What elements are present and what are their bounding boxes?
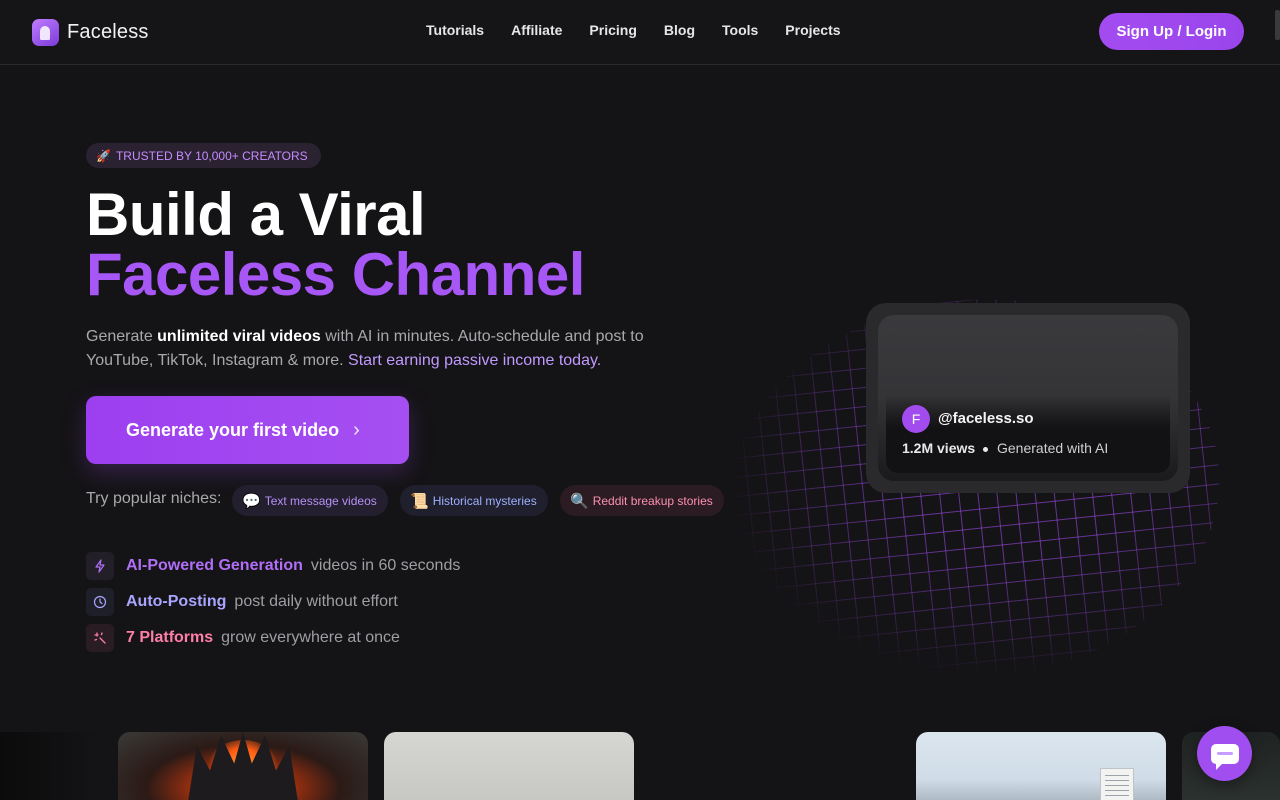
feature-platforms: 7 Platforms grow everywhere at once (86, 624, 400, 652)
main-menu: Tutorials Affiliate Pricing Blog Tools P… (426, 22, 841, 38)
chat-bubble-icon (1210, 743, 1239, 770)
scrollbar-thumb[interactable] (1275, 10, 1280, 40)
feature-desc: videos in 60 seconds (310, 557, 461, 574)
trust-badge: 🚀 TRUSTED BY 10,000+ CREATORS (86, 143, 321, 168)
niche-chip-text-messages[interactable]: 💬 Text message videos (232, 485, 388, 516)
crown-fire-thumbnail[interactable] (118, 732, 368, 800)
feature-desc: grow everywhere at once (221, 629, 400, 646)
chat-support-button[interactable] (1197, 726, 1252, 781)
niches-label: Try popular niches: (86, 490, 222, 507)
niche-chip-historical[interactable]: 📜 Historical mysteries (400, 485, 548, 516)
scroll-icon: 📜 (410, 492, 429, 510)
subtitle-part1: Generate (86, 328, 158, 345)
niche-chip-label: Text message videos (264, 493, 377, 508)
feature-auto-posting: Auto-Posting post daily without effort (86, 588, 398, 616)
channel-handle: @faceless.so (938, 410, 1034, 427)
niche-chip-label: Reddit breakup stories (592, 493, 713, 508)
separator-dot (983, 447, 988, 452)
niche-chip-label: Historical mysteries (432, 493, 537, 508)
logo[interactable]: Faceless (32, 19, 149, 46)
city-building-thumbnail[interactable] (916, 732, 1166, 800)
building-shape (1100, 768, 1134, 800)
subtitle-highlight: Start earning passive income today. (348, 352, 602, 369)
nav-link-tutorials[interactable]: Tutorials (426, 22, 484, 38)
signup-login-button[interactable]: Sign Up / Login (1099, 13, 1244, 50)
chevron-right-icon: › (353, 418, 360, 441)
subtitle-bold: unlimited viral videos (157, 328, 321, 345)
nav-link-projects[interactable]: Projects (785, 22, 840, 38)
feature-title: 7 Platforms (126, 629, 214, 646)
avatar: F (902, 405, 930, 433)
brand-name: Faceless (67, 21, 149, 43)
niche-chip-reddit[interactable]: 🔍 Reddit breakup stories (560, 485, 724, 516)
magnifier-icon: 🔍 (570, 492, 589, 510)
crown-shape (188, 732, 298, 800)
gallery-fade-left (0, 732, 100, 800)
faceless-logo-icon (32, 19, 59, 46)
hero-subtitle: Generate unlimited viral videos with AI … (86, 325, 686, 373)
speech-bubble-icon: 💬 (242, 492, 261, 510)
hero-title-line1: Build a Viral (86, 181, 426, 248)
generate-first-video-button[interactable]: Generate your first video › (86, 396, 409, 464)
feature-ai-generation: AI-Powered Generation videos in 60 secon… (86, 552, 460, 580)
grey-scene-thumbnail[interactable] (384, 732, 634, 800)
view-count: 1.2M views (902, 440, 976, 456)
sparkle-icon (86, 624, 114, 652)
feature-title: Auto-Posting (126, 593, 227, 610)
feature-desc: post daily without effort (234, 593, 398, 610)
top-navbar: Faceless Tutorials Affiliate Pricing Blo… (0, 0, 1280, 65)
nav-link-blog[interactable]: Blog (664, 22, 695, 38)
hero-title-line2: Faceless Channel (86, 241, 585, 308)
cta-label: Generate your first video (126, 419, 340, 440)
nav-link-tools[interactable]: Tools (722, 22, 758, 38)
generated-label: Generated with AI (997, 440, 1109, 456)
video-preview-overlay (886, 395, 1170, 473)
rocket-icon: 🚀 (96, 148, 111, 163)
clock-icon (86, 588, 114, 616)
trust-badge-text: TRUSTED BY 10,000+ CREATORS (115, 148, 308, 163)
lightning-icon (86, 552, 114, 580)
nav-link-pricing[interactable]: Pricing (589, 22, 636, 38)
nav-link-affiliate[interactable]: Affiliate (511, 22, 562, 38)
feature-title: AI-Powered Generation (126, 557, 303, 574)
